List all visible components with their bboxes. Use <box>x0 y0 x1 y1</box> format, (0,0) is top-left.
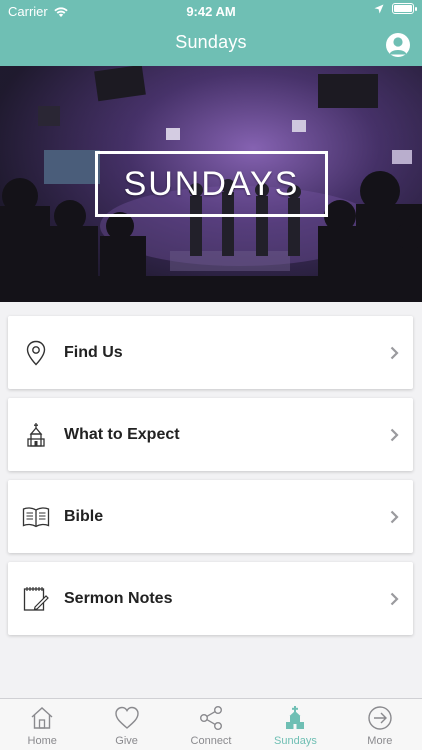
tab-bar: Home Give Connect Sundays More <box>0 698 422 750</box>
menu-item-label: Find Us <box>64 343 123 361</box>
tab-label: More <box>367 735 393 747</box>
menu-item-what-to-expect[interactable]: What to Expect <box>8 398 413 471</box>
menu-item-find-us[interactable]: Find Us <box>8 316 413 389</box>
tab-label: Sundays <box>274 735 317 747</box>
heart-icon <box>114 706 139 729</box>
chevron-right-icon <box>390 592 399 606</box>
hero-banner: SUNDAYS <box>0 66 422 302</box>
notepad-icon <box>8 586 64 612</box>
tab-home[interactable]: Home <box>0 699 84 750</box>
status-bar: Carrier 9:42 AM <box>0 0 422 22</box>
menu-item-sermon-notes[interactable]: Sermon Notes <box>8 562 413 635</box>
header: Carrier 9:42 AM Sundays <box>0 0 422 66</box>
tab-label: Connect <box>190 735 232 747</box>
menu-item-label: What to Expect <box>64 425 180 443</box>
status-time: 9:42 AM <box>186 4 236 19</box>
tab-sundays[interactable]: Sundays <box>253 699 337 750</box>
tab-give[interactable]: Give <box>84 699 168 750</box>
chevron-right-icon <box>390 346 399 360</box>
church-icon <box>8 422 64 448</box>
tab-label: Give <box>115 735 138 747</box>
chevron-right-icon <box>390 510 399 524</box>
tab-connect[interactable]: Connect <box>169 699 253 750</box>
tab-more[interactable]: More <box>338 699 422 750</box>
menu-list: Find Us What to Expect Bible Sermon Note… <box>8 316 413 644</box>
share-icon <box>200 706 223 731</box>
page-title: Sundays <box>175 32 247 52</box>
menu-item-label: Bible <box>64 507 104 525</box>
menu-item-bible[interactable]: Bible <box>8 480 413 553</box>
battery-icon <box>392 3 417 14</box>
status-right <box>374 3 417 14</box>
menu-item-label: Sermon Notes <box>64 589 173 607</box>
open-book-icon <box>8 506 64 528</box>
tab-label: Home <box>27 735 57 747</box>
hero-badge: SUNDAYS <box>95 151 328 217</box>
location-arrow-icon <box>374 4 384 13</box>
location-pin-icon <box>8 340 64 366</box>
chevron-right-icon <box>390 428 399 442</box>
user-icon <box>389 37 407 55</box>
profile-button[interactable] <box>386 33 410 57</box>
app-screen: Carrier 9:42 AM Sundays SUNDAYS Find Us … <box>0 0 422 750</box>
church-icon <box>286 706 305 729</box>
arrow-circle-icon <box>368 706 392 730</box>
house-icon <box>31 707 53 729</box>
